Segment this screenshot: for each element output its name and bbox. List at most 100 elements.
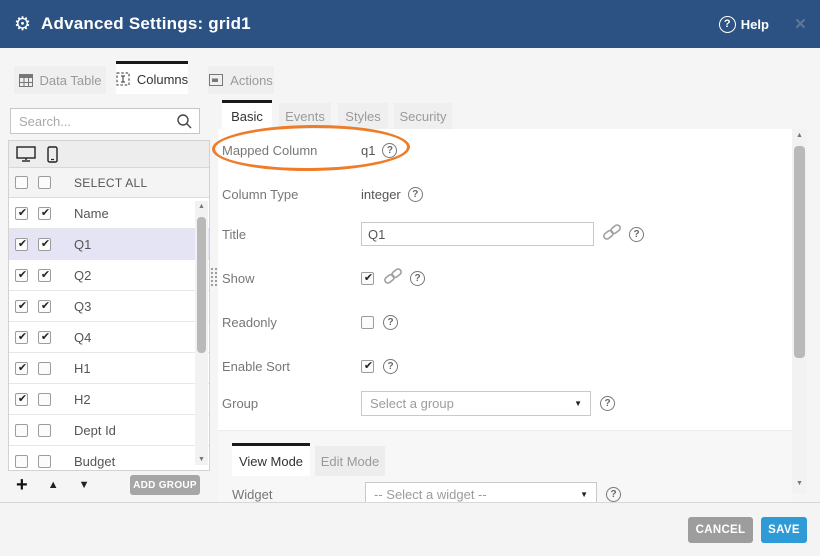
tab-data-table[interactable]: Data Table — [14, 66, 106, 94]
desktop-checkbox[interactable] — [15, 455, 28, 468]
link-icon[interactable] — [602, 224, 622, 240]
column-name: Dept Id — [74, 423, 116, 438]
select-all-desktop-checkbox[interactable] — [15, 176, 28, 189]
readonly-checkbox[interactable] — [361, 316, 374, 329]
tab-basic[interactable]: Basic — [222, 100, 272, 129]
tab-label: Events — [285, 109, 325, 124]
readonly-label: Readonly — [218, 315, 361, 330]
group-select[interactable]: Select a group ▼ — [361, 391, 591, 416]
enable-sort-label: Enable Sort — [218, 359, 361, 374]
help-icon[interactable]: ? — [719, 16, 736, 33]
enable-sort-row: Enable Sort ? — [218, 353, 792, 379]
show-checkbox[interactable] — [361, 272, 374, 285]
readonly-help-icon[interactable]: ? — [383, 315, 398, 330]
column-list: Name Q1Q2 Q3 Q4H1 H2 Dept Id Budget ▲ ▼ — [9, 198, 209, 469]
tab-columns[interactable]: Columns — [116, 61, 188, 94]
column-row[interactable]: Q1 — [9, 229, 209, 260]
basic-settings-form: Mapped Column q1 ? Column Type integer ?… — [218, 129, 792, 502]
tab-label: Styles — [345, 109, 380, 124]
columns-list-panel: SELECT ALL Name Q1Q2 Q3 Q4H1 H2 Dept Id Budget… — [8, 140, 210, 471]
select-all-row[interactable]: SELECT ALL — [9, 168, 209, 198]
mobile-checkbox[interactable] — [38, 362, 51, 375]
move-down-button[interactable]: ▼ — [79, 479, 90, 491]
save-button[interactable]: SAVE — [761, 517, 807, 543]
select-all-label: SELECT ALL — [74, 176, 148, 190]
add-group-button[interactable]: ADD GROUP — [130, 475, 200, 495]
widget-help-icon[interactable]: ? — [606, 487, 621, 502]
show-help-icon[interactable]: ? — [410, 271, 425, 286]
mobile-icon[interactable] — [47, 146, 58, 163]
column-row[interactable]: H2 — [9, 384, 209, 415]
enable-sort-checkbox[interactable] — [361, 360, 374, 373]
help-link[interactable]: Help — [741, 17, 769, 32]
mobile-checkbox[interactable] — [38, 238, 51, 251]
title-help-icon[interactable]: ? — [629, 227, 644, 242]
column-row[interactable]: Name — [9, 198, 209, 229]
tab-view-mode[interactable]: View Mode — [232, 443, 310, 476]
scroll-up-icon[interactable]: ▲ — [195, 203, 208, 210]
close-icon[interactable]: × — [795, 15, 806, 34]
column-row[interactable]: H1 — [9, 353, 209, 384]
column-row[interactable]: Q3 — [9, 291, 209, 322]
desktop-checkbox[interactable] — [15, 207, 28, 220]
show-label: Show — [218, 271, 361, 286]
desktop-checkbox[interactable] — [15, 238, 28, 251]
column-name: H2 — [74, 392, 91, 407]
search-icon[interactable] — [176, 113, 193, 130]
device-header-row — [9, 141, 209, 168]
column-row[interactable]: Dept Id — [9, 415, 209, 446]
column-type-label: Column Type — [218, 187, 361, 202]
widget-select-value: -- Select a widget -- — [374, 487, 580, 502]
desktop-checkbox[interactable] — [15, 300, 28, 313]
title-input[interactable] — [361, 222, 594, 246]
desktop-checkbox[interactable] — [15, 424, 28, 437]
desktop-checkbox[interactable] — [15, 362, 28, 375]
scroll-down-icon[interactable]: ▼ — [195, 456, 208, 463]
widget-select[interactable]: -- Select a widget -- ▼ — [365, 482, 597, 502]
search-input[interactable] — [11, 109, 171, 133]
column-type-help-icon[interactable]: ? — [408, 187, 423, 202]
group-help-icon[interactable]: ? — [600, 396, 615, 411]
dialog-header: ⚙ Advanced Settings: grid1 ? Help × — [0, 0, 820, 48]
mobile-checkbox[interactable] — [38, 424, 51, 437]
column-search — [10, 108, 200, 134]
panel-splitter-handle[interactable] — [209, 266, 218, 288]
mobile-checkbox[interactable] — [38, 300, 51, 313]
link-icon[interactable] — [383, 268, 403, 284]
mobile-checkbox[interactable] — [38, 455, 51, 468]
tab-security[interactable]: Security — [394, 103, 452, 129]
column-name: Q3 — [74, 299, 91, 314]
desktop-icon[interactable] — [16, 146, 36, 162]
move-up-button[interactable]: ▲ — [48, 479, 59, 491]
column-name: Name — [74, 206, 109, 221]
cancel-button[interactable]: CANCEL — [688, 517, 753, 543]
scroll-down-icon[interactable]: ▼ — [792, 480, 807, 487]
tab-edit-mode[interactable]: Edit Mode — [315, 446, 385, 476]
tab-label: Basic — [231, 109, 263, 124]
list-scrollbar[interactable]: ▲ ▼ — [195, 201, 208, 465]
column-row[interactable]: Q4 — [9, 322, 209, 353]
title-label: Title — [218, 227, 361, 242]
column-type-row: Column Type integer ? — [218, 181, 792, 207]
mobile-checkbox[interactable] — [38, 207, 51, 220]
desktop-checkbox[interactable] — [15, 331, 28, 344]
tab-actions[interactable]: Actions — [208, 66, 274, 94]
desktop-checkbox[interactable] — [15, 269, 28, 282]
select-all-mobile-checkbox[interactable] — [38, 176, 51, 189]
mobile-checkbox[interactable] — [38, 269, 51, 282]
tab-label: Actions — [230, 73, 273, 88]
scroll-up-icon[interactable]: ▲ — [792, 132, 807, 139]
tab-label: Data Table — [40, 73, 102, 88]
column-row[interactable]: Q2 — [9, 260, 209, 291]
add-column-button[interactable]: + — [16, 475, 28, 495]
form-scrollbar[interactable]: ▲ ▼ — [792, 129, 807, 493]
desktop-checkbox[interactable] — [15, 393, 28, 406]
mobile-checkbox[interactable] — [38, 331, 51, 344]
table-icon — [19, 74, 33, 87]
column-row[interactable]: Budget — [9, 446, 209, 469]
mobile-checkbox[interactable] — [38, 393, 51, 406]
scrollbar-thumb[interactable] — [794, 146, 805, 358]
tab-label: Edit Mode — [321, 454, 380, 469]
enable-sort-help-icon[interactable]: ? — [383, 359, 398, 374]
scrollbar-thumb[interactable] — [197, 217, 206, 353]
